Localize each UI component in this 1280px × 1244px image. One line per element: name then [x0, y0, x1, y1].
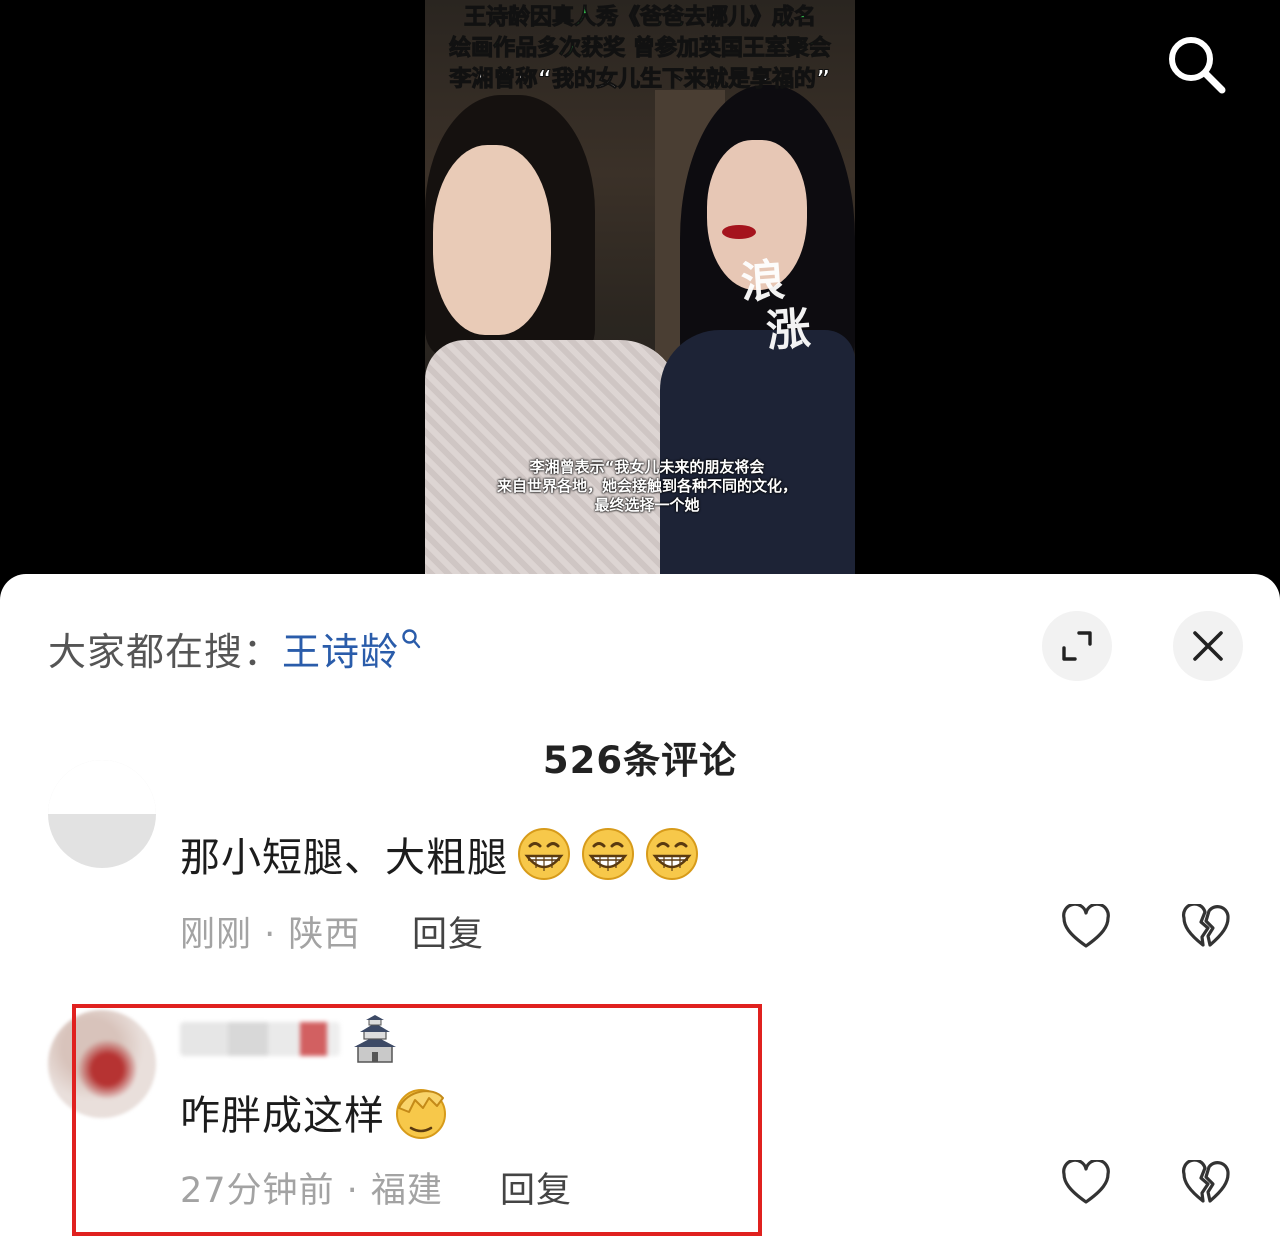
- comment-body: 那小短腿、大粗腿: [180, 835, 508, 881]
- heart-icon: [1062, 904, 1110, 948]
- avatar[interactable]: [48, 1010, 156, 1118]
- expand-icon: [1062, 631, 1092, 661]
- grin-emoji-icon: [646, 828, 698, 880]
- video-player[interactable]: 王诗龄因真人秀《爸爸去哪儿》成名 绘画作品多次获奖 曾参加英国王室聚会 李湘曾称…: [0, 0, 1280, 580]
- avatar[interactable]: [48, 760, 156, 868]
- subtitle-line-1: 李湘曾表示“我女儿未来的朋友将会: [529, 458, 765, 476]
- comment-text: 那小短腿、大粗腿: [180, 822, 700, 886]
- channel-watermark: 浪 涨: [739, 251, 855, 368]
- watermark-char-2: 涨: [764, 303, 813, 358]
- video-frame[interactable]: 王诗龄因真人秀《爸爸去哪儿》成名 绘画作品多次获奖 曾参加英国王室聚会 李湘曾称…: [425, 0, 855, 580]
- reply-button[interactable]: 回复: [412, 906, 484, 957]
- small-search-icon: [402, 629, 421, 649]
- close-button[interactable]: [1173, 611, 1243, 681]
- reply-button[interactable]: 回复: [500, 1162, 572, 1213]
- woman-lips: [722, 225, 756, 239]
- caption-line-2: 绘画作品多次获奖 曾参加英国王室聚会: [449, 36, 832, 62]
- video-subtitle: 李湘曾表示“我女儿未来的朋友将会 来自世界各地，她会接触到各种不同的文化， 最终…: [447, 458, 847, 515]
- subtitle-line-2: 来自世界各地，她会接触到各种不同的文化，: [496, 477, 797, 495]
- castle-badge-icon: [354, 1015, 396, 1063]
- girl-face: [433, 145, 551, 335]
- trending-search-prefix: 大家都在搜：: [48, 629, 283, 674]
- grin-emoji-icon: [518, 828, 570, 880]
- search-icon: [1169, 37, 1226, 94]
- subtitle-line-3: 最终选择一个她: [594, 496, 700, 514]
- dislike-button[interactable]: [1178, 1155, 1234, 1211]
- close-icon: [1193, 631, 1223, 661]
- comment-meta: 27分钟前 · 福建: [180, 1171, 443, 1211]
- video-caption: 王诗龄因真人秀《爸爸去哪儿》成名 绘画作品多次获奖 曾参加英国王室聚会 李湘曾称…: [425, 2, 855, 95]
- facepalm-emoji-icon: [396, 1089, 446, 1139]
- comment-meta: 刚刚 · 陕西: [180, 915, 361, 955]
- search-button[interactable]: [1160, 28, 1232, 100]
- like-button[interactable]: [1058, 899, 1114, 955]
- comment-body: 咋胖成这样: [180, 1093, 385, 1139]
- caption-line-3: 李湘曾称“我的女儿生下来就是享福的”: [449, 67, 831, 93]
- watermark-char-1: 浪: [739, 254, 787, 309]
- comment-count: 526条评论: [542, 739, 738, 782]
- trending-search-term[interactable]: 王诗龄: [282, 621, 399, 676]
- like-button[interactable]: [1058, 1155, 1114, 1211]
- grin-emoji-icon: [582, 828, 634, 880]
- trending-search[interactable]: 大家都在搜： 王诗龄: [48, 622, 421, 674]
- broken-heart-icon: [1181, 1160, 1230, 1203]
- broken-heart-icon: [1181, 904, 1230, 947]
- username-blurred[interactable]: [180, 1022, 340, 1056]
- dislike-button[interactable]: [1178, 899, 1234, 955]
- caption-line-1: 王诗龄因真人秀《爸爸去哪儿》成名: [463, 5, 816, 31]
- expand-button[interactable]: [1042, 611, 1112, 681]
- comment-text: 咋胖成这样: [180, 1080, 449, 1144]
- heart-icon: [1062, 1160, 1110, 1204]
